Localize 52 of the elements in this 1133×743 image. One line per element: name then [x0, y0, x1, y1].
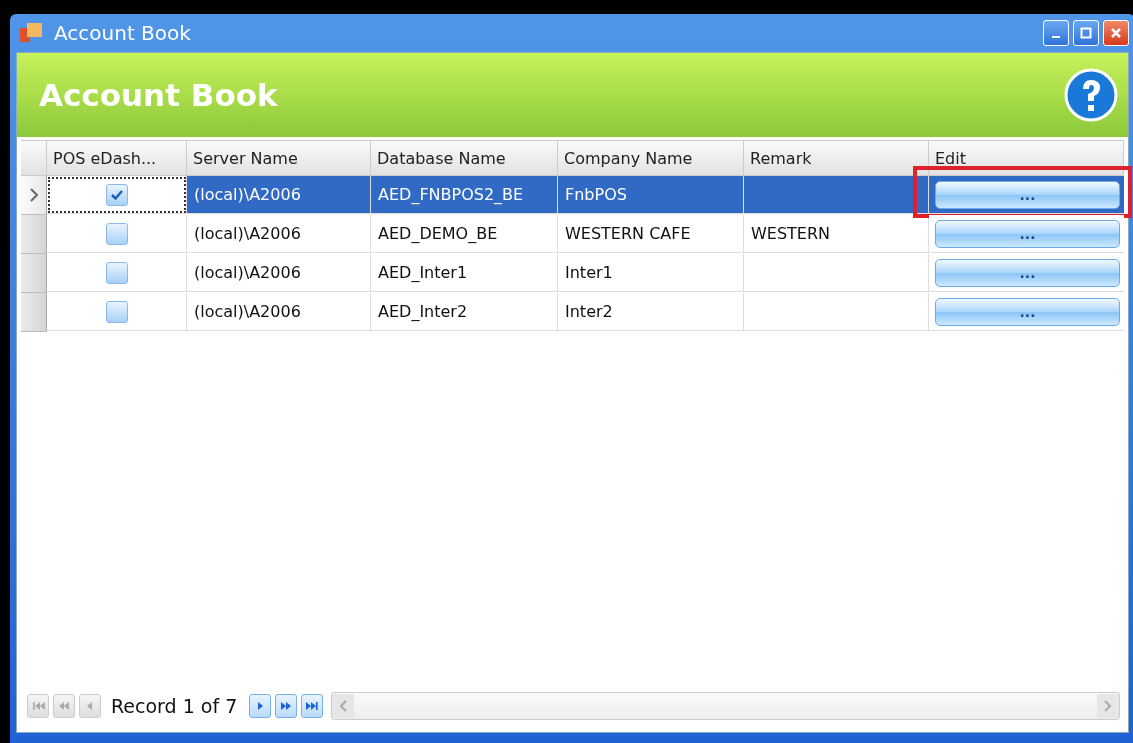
column-header[interactable]: Remark: [744, 140, 929, 176]
row-header[interactable]: [21, 176, 47, 215]
table-cell: (local)\A2006: [187, 254, 371, 292]
maximize-icon: [1080, 27, 1092, 39]
record-counter: Record 1 of 7: [110, 695, 239, 717]
table-cell: (local)\A2006: [187, 176, 371, 214]
last-button[interactable]: [301, 694, 324, 718]
column-header[interactable]: Database Name: [371, 140, 558, 176]
next-button[interactable]: [249, 694, 272, 718]
close-icon: [1110, 27, 1122, 39]
edit-button[interactable]: ...: [935, 180, 1120, 209]
next-page-button[interactable]: [275, 694, 298, 718]
checkbox[interactable]: [105, 222, 128, 245]
corner-header: [21, 140, 47, 176]
column-header[interactable]: Company Name: [558, 140, 744, 176]
current-row-icon: [28, 188, 39, 202]
table-cell: WESTERN CAFE: [558, 215, 744, 253]
horizontal-scrollbar[interactable]: [331, 692, 1120, 720]
edit-button[interactable]: ...: [935, 258, 1120, 287]
scroll-right-icon[interactable]: [1103, 699, 1113, 713]
table-cell: AED_Inter1: [371, 254, 558, 292]
table-cell: (local)\A2006: [187, 215, 371, 253]
minimize-icon: [1052, 36, 1060, 38]
last-icon: [305, 699, 320, 713]
table-cell: AED_Inter2: [371, 293, 558, 331]
page-title: Account Book: [39, 77, 278, 113]
prev-page-icon: [57, 699, 71, 713]
edit-button[interactable]: ...: [935, 219, 1120, 248]
table-cell: (local)\A2006: [187, 293, 371, 331]
checkbox[interactable]: [105, 183, 128, 206]
checkbox[interactable]: [105, 300, 128, 323]
column-header[interactable]: POS eDash...: [47, 140, 187, 176]
row-header[interactable]: [21, 254, 47, 293]
maximize-button[interactable]: [1073, 20, 1099, 46]
window-title: Account Book: [54, 21, 192, 45]
table-cell: AED_DEMO_BE: [371, 215, 558, 253]
column-header[interactable]: Server Name: [187, 140, 371, 176]
scroll-left-icon[interactable]: [338, 699, 349, 713]
table-cell: Inter1: [558, 254, 744, 292]
minimize-button[interactable]: [1043, 20, 1069, 46]
edit-button[interactable]: ...: [935, 297, 1120, 326]
checkbox[interactable]: [105, 261, 128, 284]
table-cell: WESTERN: [744, 215, 929, 253]
first-icon: [31, 699, 45, 713]
close-button[interactable]: [1103, 20, 1129, 46]
row-header[interactable]: [21, 215, 47, 254]
table-cell: AED_FNBPOS2_BE: [371, 176, 558, 214]
table-cell: Inter2: [558, 293, 744, 331]
row-header[interactable]: [21, 293, 47, 332]
table-cell: FnbPOS: [558, 176, 744, 214]
help-icon[interactable]: [1064, 68, 1118, 122]
check-icon: [109, 188, 124, 201]
